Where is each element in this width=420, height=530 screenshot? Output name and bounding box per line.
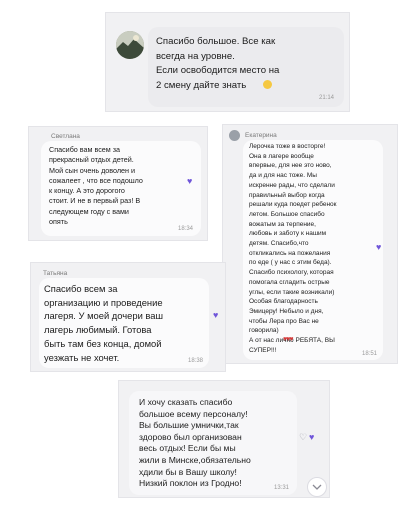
- message-card-2: Светлана Спасибо вам всем за прекрасный …: [28, 126, 208, 241]
- message-time: 18:38: [187, 358, 203, 364]
- message-bubble: И хочу сказать спасибо большое всему пер…: [129, 391, 297, 495]
- heart-reaction-icon[interactable]: ♥: [309, 433, 314, 442]
- scroll-down-button[interactable]: [307, 477, 327, 497]
- avatar: [116, 31, 144, 59]
- message-card-4: Татьяна Спасибо всем за организацию и пр…: [30, 262, 226, 372]
- message-card-3: Екатерина Лерочка тоже в восторге! Она в…: [222, 124, 398, 364]
- avatar: [229, 130, 240, 141]
- sender-name: Екатерина: [245, 132, 277, 139]
- message-bubble: Спасибо вам всем за прекрасный отдых дет…: [41, 141, 201, 236]
- message-text: И хочу сказать спасибо большое всему пер…: [139, 397, 251, 489]
- message-text: Спасибо вам всем за прекрасный отдых дет…: [49, 145, 143, 227]
- message-time: 18:34: [177, 226, 193, 232]
- message-bubble: Спасибо всем за организацию и проведение…: [39, 278, 209, 368]
- heart-reaction-icon[interactable]: ♥: [213, 311, 218, 320]
- message-time: 21:14: [318, 95, 334, 101]
- heart-outline-reaction-icon[interactable]: ♡: [299, 433, 307, 442]
- smiling-face-icon: [263, 80, 272, 89]
- message-time: 13:31: [273, 485, 289, 491]
- message-card-5: И хочу сказать спасибо большое всему пер…: [118, 380, 330, 498]
- message-bubble: Лерочка тоже в восторге! Она в лагере во…: [243, 140, 383, 360]
- chevron-down-icon: [312, 484, 322, 490]
- avatar-landscape-icon: [116, 31, 144, 59]
- message-time: 18:51: [361, 351, 377, 357]
- message-text: Спасибо всем за организацию и проведение…: [44, 283, 164, 363]
- sender-name: Светлана: [51, 133, 80, 140]
- red-heart-emoji-icon: ♥♥♥: [283, 336, 294, 343]
- message-text: Спасибо большое. Все как всегда на уровн…: [156, 36, 280, 91]
- heart-reaction-icon[interactable]: ♥: [187, 177, 192, 186]
- sender-name: Татьяна: [43, 270, 68, 277]
- message-text: Лерочка тоже в восторге! Она в лагере во…: [249, 143, 337, 354]
- heart-reaction-icon[interactable]: ♥: [376, 243, 381, 252]
- message-bubble: Спасибо большое. Все как всегда на уровн…: [148, 27, 344, 107]
- message-card-1: Спасибо большое. Все как всегда на уровн…: [105, 12, 350, 112]
